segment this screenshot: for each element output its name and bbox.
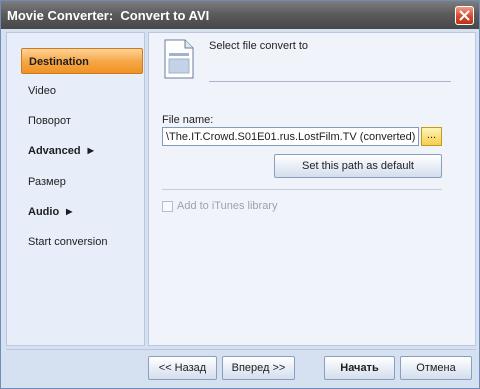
- divider: [209, 81, 451, 82]
- document-icon: [164, 39, 194, 79]
- sidebar-item-rotation[interactable]: Поворот: [21, 108, 143, 134]
- start-button[interactable]: Начать: [324, 356, 395, 380]
- sidebar-item-label: Поворот: [28, 115, 71, 127]
- footer-divider: [6, 349, 476, 350]
- back-button[interactable]: << Назад: [148, 356, 217, 380]
- file-name-label: File name:: [162, 114, 214, 126]
- window-title: Movie Converter: Convert to AVI: [7, 8, 210, 23]
- itunes-checkbox[interactable]: [162, 201, 173, 212]
- next-button[interactable]: Вперед >>: [222, 356, 295, 380]
- close-icon: [459, 10, 470, 21]
- sidebar-item-label: Destination: [29, 56, 89, 68]
- divider: [162, 189, 442, 190]
- sidebar-item-start-conversion[interactable]: Start conversion: [21, 229, 143, 255]
- sidebar-item-audio[interactable]: Audio ▶: [21, 199, 143, 225]
- submenu-arrow-icon: ▶: [66, 207, 73, 216]
- select-file-label: Select file convert to: [209, 40, 309, 52]
- submenu-arrow-icon: ▶: [87, 146, 94, 155]
- sidebar-item-label: Video: [28, 85, 56, 97]
- close-button[interactable]: [455, 6, 474, 25]
- browse-button[interactable]: ...: [421, 127, 442, 146]
- sidebar-item-video[interactable]: Video: [21, 78, 143, 104]
- set-default-path-button[interactable]: Set this path as default: [274, 154, 442, 178]
- cancel-button[interactable]: Отмена: [400, 356, 472, 380]
- sidebar-item-label: Advanced: [28, 145, 81, 157]
- sidebar-item-label: Audio: [28, 206, 60, 218]
- itunes-checkbox-label: Add to iTunes library: [177, 200, 278, 212]
- converter-window: Movie Converter: Convert to AVI Destinat…: [0, 0, 480, 389]
- sidebar-item-destination[interactable]: Destination: [21, 48, 143, 74]
- sidebar-item-size[interactable]: Размер: [21, 169, 143, 195]
- sidebar-item-advanced[interactable]: Advanced ▶: [21, 138, 143, 164]
- destination-panel: Select file convert to File name: ... Se…: [148, 32, 476, 346]
- sidebar-item-label: Start conversion: [28, 236, 108, 248]
- steps-sidebar: Destination Video Поворот Advanced ▶ Разм…: [6, 32, 145, 346]
- title-bar[interactable]: Movie Converter: Convert to AVI: [1, 1, 479, 29]
- sidebar-item-label: Размер: [28, 176, 66, 188]
- file-name-field[interactable]: [162, 127, 419, 146]
